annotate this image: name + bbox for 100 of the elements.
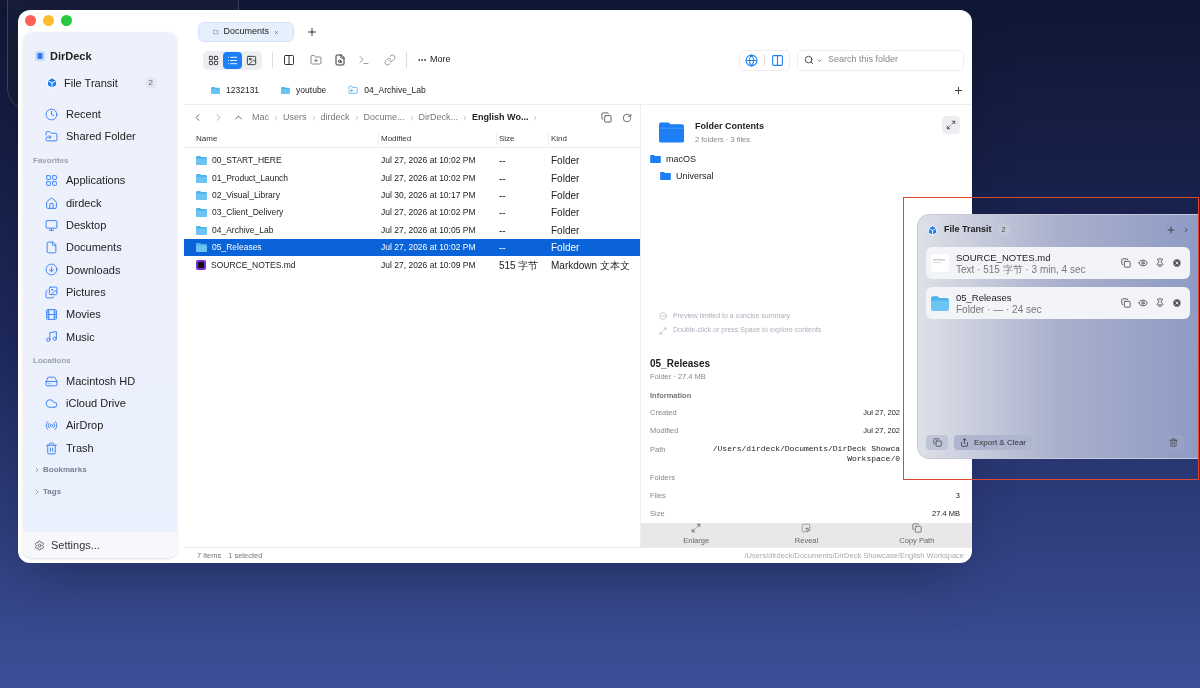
chevron-icon xyxy=(272,113,280,122)
chevron-icon xyxy=(33,466,41,475)
sidebar-item[interactable]: Shared Folder xyxy=(23,125,177,148)
remove-button[interactable] xyxy=(1172,298,1182,308)
breadcrumb-item[interactable]: Mac xyxy=(252,110,269,125)
zoom-window-button[interactable] xyxy=(61,15,72,26)
breadcrumb-item[interactable]: English Wo... xyxy=(472,110,529,125)
search-field[interactable]: Search this folder xyxy=(797,49,964,71)
folder-icon xyxy=(196,156,207,166)
section-heading: Locations xyxy=(32,354,72,367)
file-row[interactable]: 05_Releases Jul 27, 2026 at 10:02 PM -- Folder xyxy=(184,238,640,257)
file-name: 03_Client_Delivery xyxy=(212,206,284,220)
tree-item[interactable]: macOS xyxy=(666,152,696,166)
sidebar-item[interactable]: dirdeck xyxy=(23,191,177,215)
copy-button[interactable] xyxy=(1121,298,1131,308)
pin-button[interactable] xyxy=(1155,298,1165,308)
tab[interactable]: Documents xyxy=(198,22,294,42)
folder-icon xyxy=(660,172,671,181)
app-name: DirDeck xyxy=(50,48,92,64)
file-size: -- xyxy=(499,206,507,221)
favorite-item[interactable]: youtube xyxy=(281,83,327,97)
split-view-button[interactable] xyxy=(283,54,295,66)
refresh-button[interactable] xyxy=(622,112,632,123)
sidebar-item[interactable]: Pictures xyxy=(23,281,177,304)
search-input[interactable]: Search this folder xyxy=(828,53,958,67)
pin-button[interactable] xyxy=(1155,258,1165,268)
file-row[interactable]: 03_Client_Delivery Jul 27, 2026 at 10:02 PM -- Folder xyxy=(184,204,640,222)
file-transit-item[interactable]: File Transit 2 xyxy=(23,72,177,94)
column-header[interactable]: Kind xyxy=(548,132,640,145)
modified-date: Jul 27, 2026 at 10:02 PM xyxy=(381,171,477,185)
hard-drive-icon xyxy=(45,374,58,388)
copy-path-button[interactable] xyxy=(601,112,612,123)
file-name: 00_START_HERE xyxy=(212,154,282,168)
sidebar-item[interactable]: Downloads xyxy=(23,258,177,282)
monitor-icon xyxy=(45,218,58,232)
sidebar-item[interactable]: AirDrop xyxy=(23,414,177,437)
sidebar-item[interactable]: Movies xyxy=(23,303,177,326)
favorite-item[interactable]: 1232131 xyxy=(211,83,260,97)
new-tab-button[interactable] xyxy=(306,26,318,38)
breadcrumb-item[interactable]: Docume... xyxy=(363,110,405,125)
breadcrumb-item[interactable]: dirdeck xyxy=(320,110,350,125)
transit-item[interactable]: 05_Releases Folder · — · 24 sec xyxy=(926,287,1190,319)
film-icon xyxy=(45,308,58,321)
copy-icon xyxy=(911,523,922,534)
preview-button[interactable] xyxy=(1138,258,1148,268)
file-size: -- xyxy=(499,241,507,256)
breadcrumb-item[interactable]: Users xyxy=(283,110,307,125)
export-clear-button[interactable]: Export & Clear xyxy=(954,435,1033,450)
favorite-item[interactable]: 04_Archive_Lab xyxy=(348,83,426,97)
remove-button[interactable] xyxy=(1172,258,1182,268)
tree-item[interactable]: Universal xyxy=(676,169,714,183)
file-kind: Markdown 文本文 xyxy=(551,258,631,273)
document-icon xyxy=(45,241,58,255)
file-size: -- xyxy=(499,223,507,238)
file-name: 05_Releases xyxy=(212,241,262,254)
sidebar-item[interactable]: iCloud Drive xyxy=(23,392,177,415)
add-favorite-button[interactable] xyxy=(953,84,964,96)
link-button[interactable] xyxy=(384,54,396,66)
close-window-button[interactable] xyxy=(25,15,36,26)
sidebar-item[interactable]: Trash xyxy=(23,436,177,460)
columns-icon[interactable] xyxy=(771,53,784,67)
file-name: 02_Visual_Library xyxy=(212,189,280,202)
sidebar-item[interactable]: Recent xyxy=(23,103,177,126)
new-folder-button[interactable] xyxy=(310,54,322,66)
view-mode-button[interactable] xyxy=(223,51,242,69)
search-icon xyxy=(804,55,814,65)
file-row[interactable]: 00_START_HERE Jul 27, 2026 at 10:02 PM -- Folder xyxy=(184,152,640,170)
folder-icon xyxy=(650,155,661,164)
more-button[interactable]: More xyxy=(417,53,451,67)
info-icon xyxy=(659,312,667,320)
transit-item[interactable]: SOURCE_NOTES.md Text · 515 字节 · 3 min, 4 sec xyxy=(926,247,1190,279)
add-button[interactable] xyxy=(1166,225,1176,235)
sidebar-item[interactable]: Macintosh HD xyxy=(23,369,177,393)
file-row[interactable]: 02_Visual_Library Jul 30, 2026 at 10:17 PM -- Folder xyxy=(184,186,640,205)
file-action-button[interactable] xyxy=(334,54,346,66)
folder-icon xyxy=(931,295,949,311)
column-header[interactable]: Name xyxy=(196,132,381,145)
file-row[interactable]: SOURCE_NOTES.md Jul 27, 2026 at 10:09 PM 515 字节 Markdown 文本文 xyxy=(184,256,640,274)
file-row[interactable]: 04_Archive_Lab Jul 27, 2026 at 10:05 PM -- Folder xyxy=(184,221,640,239)
preview-button[interactable] xyxy=(1138,298,1148,308)
sidebar-item[interactable]: Music xyxy=(23,325,177,348)
sidebar-item[interactable]: Applications xyxy=(23,169,177,192)
globe-search-icon[interactable] xyxy=(745,53,758,67)
column-header[interactable]: Modified xyxy=(378,132,499,145)
copy-all-button[interactable] xyxy=(926,435,948,450)
column-header[interactable]: Size xyxy=(496,132,551,145)
terminal-button[interactable] xyxy=(358,54,370,66)
sidebar-item[interactable]: Documents xyxy=(23,236,177,259)
copy-button[interactable] xyxy=(1121,258,1131,268)
modified-date: Jul 30, 2026 at 10:17 PM xyxy=(381,189,477,202)
sidebar-item[interactable]: Desktop xyxy=(23,214,177,237)
settings-icon xyxy=(34,539,45,551)
pictures-icon xyxy=(45,285,58,299)
expand-button[interactable] xyxy=(942,116,960,134)
breadcrumb-item[interactable]: DirDeck... xyxy=(418,110,459,125)
folder-icon xyxy=(196,190,207,200)
collapse-button[interactable] xyxy=(1182,226,1190,234)
file-row[interactable]: 01_Product_Launch Jul 27, 2026 at 10:02 PM -- Folder xyxy=(184,169,640,187)
collapsible-section[interactable]: Bookmarks xyxy=(23,459,177,482)
app-logo-icon xyxy=(35,51,45,61)
